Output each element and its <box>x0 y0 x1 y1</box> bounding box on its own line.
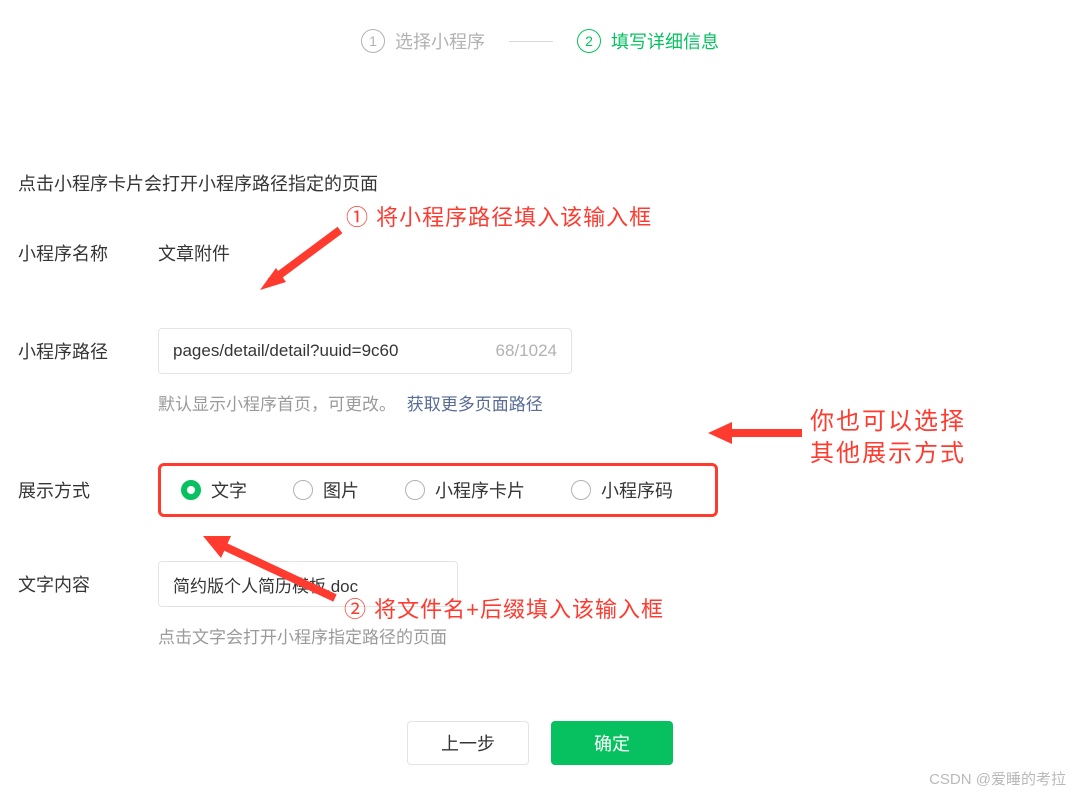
radio-dot-icon <box>181 480 201 500</box>
radio-image[interactable]: 图片 <box>293 477 359 503</box>
intro-text: 点击小程序卡片会打开小程序路径指定的页面 <box>18 170 1062 196</box>
confirm-button[interactable]: 确定 <box>551 721 673 765</box>
row-path: 小程序路径 68/1024 <box>18 328 1062 374</box>
annotation-1: ① 将小程序路径填入该输入框 <box>346 200 652 232</box>
step-2-label: 填写详细信息 <box>611 28 719 54</box>
step-separator <box>509 41 553 42</box>
path-hint-link[interactable]: 获取更多页面路径 <box>407 395 543 414</box>
annotation-right-line2: 其他展示方式 <box>810 438 966 470</box>
annotation-right-line1: 你也可以选择 <box>810 406 966 438</box>
watermark: CSDN @爱睡的考拉 <box>929 768 1066 789</box>
step-1: 1 选择小程序 <box>361 28 485 54</box>
arrow-1-icon <box>250 220 350 300</box>
text-hint: 点击文字会打开小程序指定路径的页面 <box>158 623 1062 648</box>
radio-card-label: 小程序卡片 <box>435 477 525 503</box>
row-display: 展示方式 文字 图片 小程序卡片 小程序码 <box>18 463 1062 517</box>
back-button[interactable]: 上一步 <box>407 721 529 765</box>
radio-dot-icon <box>293 480 313 500</box>
label-display: 展示方式 <box>18 477 158 503</box>
radio-code-label: 小程序码 <box>601 477 673 503</box>
arrow-right-icon <box>704 418 804 448</box>
path-input-wrap: 68/1024 <box>158 328 572 374</box>
value-name: 文章附件 <box>158 240 230 266</box>
path-input[interactable] <box>173 341 486 361</box>
path-counter: 68/1024 <box>486 341 557 361</box>
annotation-2: ② 将文件名+后缀填入该输入框 <box>344 592 664 624</box>
annotation-right: 你也可以选择 其他展示方式 <box>810 406 966 471</box>
label-text: 文字内容 <box>18 571 158 597</box>
radio-card[interactable]: 小程序卡片 <box>405 477 525 503</box>
radio-text-label: 文字 <box>211 477 247 503</box>
step-1-label: 选择小程序 <box>395 28 485 54</box>
label-name: 小程序名称 <box>18 240 158 266</box>
label-path: 小程序路径 <box>18 338 158 364</box>
actions-bar: 上一步 确定 <box>0 721 1080 765</box>
radio-dot-icon <box>405 480 425 500</box>
arrow-2-icon <box>185 528 345 608</box>
step-2-number: 2 <box>577 29 601 53</box>
radio-dot-icon <box>571 480 591 500</box>
radio-image-label: 图片 <box>323 477 359 503</box>
stepper: 1 选择小程序 2 填写详细信息 <box>18 28 1062 54</box>
path-hint-text: 默认显示小程序首页，可更改。 <box>158 395 396 414</box>
row-name: 小程序名称 文章附件 <box>18 240 1062 266</box>
step-1-number: 1 <box>361 29 385 53</box>
radio-text[interactable]: 文字 <box>181 477 247 503</box>
display-radio-group: 文字 图片 小程序卡片 小程序码 <box>158 463 718 517</box>
radio-code[interactable]: 小程序码 <box>571 477 673 503</box>
step-2: 2 填写详细信息 <box>577 28 719 54</box>
